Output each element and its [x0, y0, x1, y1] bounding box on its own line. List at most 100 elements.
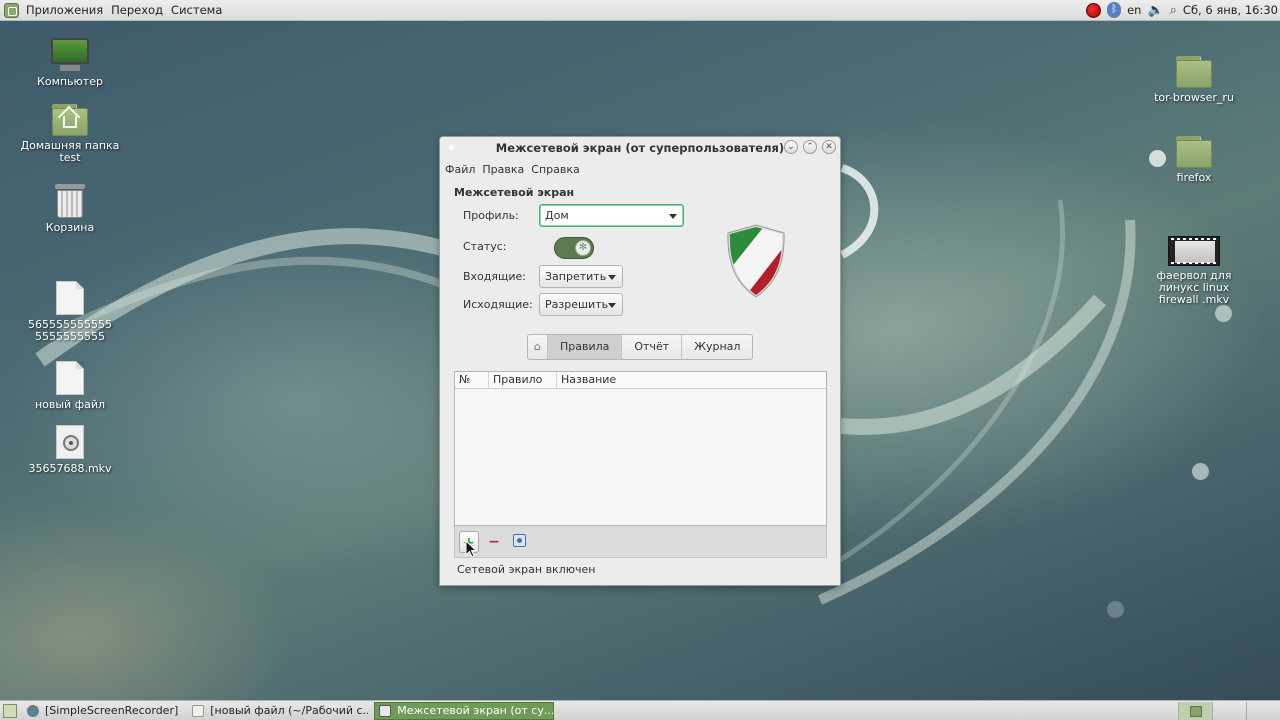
taskbar-item-label: Межсетевой экран (от су...	[397, 704, 555, 717]
tab-bar: ⌂ Правила Отчёт Журнал	[527, 334, 754, 360]
folder-icon	[1176, 56, 1212, 88]
status-toggle[interactable]: ✻	[554, 237, 594, 259]
rules-table[interactable]: № Правило Название	[454, 371, 827, 526]
taskbar-item-label: [новый файл (~/Рабочий с...	[210, 704, 369, 717]
menu-help[interactable]: Справка	[531, 163, 579, 176]
edit-rule-button[interactable]	[509, 531, 529, 553]
outgoing-value: Разрешить	[545, 298, 609, 311]
desktop-icon-label: Компьютер	[37, 75, 103, 88]
taskbar-item-firewall[interactable]: Межсетевой экран (от су...	[374, 701, 555, 720]
recorder-icon	[27, 704, 39, 717]
clock[interactable]: Сб, 6 янв, 16:30	[1183, 3, 1278, 17]
window-title: Межсетевой экран (от суперпользователя)	[495, 141, 785, 155]
desktop-icon-label: Корзина	[45, 221, 95, 234]
profile-label: Профиль:	[463, 209, 519, 222]
menu-applications[interactable]: Приложения	[22, 3, 107, 17]
close-button[interactable]: ✕	[822, 140, 836, 154]
home-icon: ⌂	[534, 340, 541, 353]
show-desktop-button[interactable]	[3, 703, 17, 718]
status-label: Статус:	[463, 240, 507, 253]
taskbar-item-recorder[interactable]: [SimpleScreenRecorder]	[23, 702, 182, 720]
tab-home[interactable]: ⌂	[528, 335, 548, 359]
desktop-icon-home[interactable]: Домашняя папка test	[20, 104, 120, 164]
outgoing-select[interactable]: Разрешить	[539, 293, 623, 316]
wallpaper-dot	[1192, 463, 1209, 480]
network-icon[interactable]: ⌕	[1170, 3, 1177, 18]
system-tray: ᛒ en 🔈 ⌕ Сб, 6 янв, 16:30	[1086, 2, 1280, 18]
wallpaper-dot	[1107, 601, 1124, 618]
desktop-icon-label: Домашняя папка test	[20, 139, 120, 164]
menu-edit[interactable]: Правка	[482, 163, 524, 176]
video-file-icon	[56, 425, 84, 459]
keyboard-layout[interactable]: en	[1127, 3, 1141, 17]
workspace-switcher	[1178, 701, 1280, 720]
maximize-button[interactable]: ⌃	[803, 140, 817, 154]
wallpaper-dot	[1149, 150, 1166, 167]
window-titlebar[interactable]: Межсетевой экран (от суперпользователя) …	[440, 137, 840, 159]
wallpaper-dot	[1215, 305, 1232, 322]
desktop-icon-mkv[interactable]: 35657688.mkv	[20, 425, 120, 475]
minimize-button[interactable]: ⌄	[784, 140, 798, 154]
status-bar-text: Сетевой экран включен	[457, 563, 596, 576]
incoming-select[interactable]: Запретить	[539, 265, 623, 288]
top-panel: Приложения Переход Система ᛒ en 🔈 ⌕ Сб, …	[0, 0, 1280, 21]
column-header-name[interactable]: Название	[557, 372, 826, 388]
outgoing-label: Исходящие:	[463, 298, 533, 311]
menu-system[interactable]: Система	[167, 3, 226, 17]
chevron-down-icon	[608, 274, 616, 280]
window-content: Межсетевой экран Профиль: Дом Статус: ✻ …	[440, 179, 840, 576]
column-header-number[interactable]: №	[455, 372, 489, 388]
menu-file[interactable]: Файл	[445, 163, 475, 176]
computer-icon	[51, 38, 89, 72]
file-icon	[56, 361, 84, 395]
taskbar: [SimpleScreenRecorder] [новый файл (~/Ра…	[0, 700, 1280, 720]
mouse-cursor-icon	[465, 540, 477, 558]
window-controls: ⌄ ⌃ ✕	[784, 140, 836, 154]
desktop-icon-label: tor-browser_ru	[1154, 91, 1234, 104]
profile-value: Дом	[545, 209, 569, 222]
incoming-value: Запретить	[545, 270, 607, 283]
record-icon[interactable]	[1086, 2, 1102, 18]
desktop-icon-trash[interactable]: Корзина	[20, 184, 120, 234]
desktop-icon-label: фаервол для линукс linux firewall .mkv	[1156, 269, 1232, 306]
workspace-3[interactable]	[1246, 701, 1280, 720]
folder-icon	[1176, 136, 1212, 168]
desktop-icon-computer[interactable]: Компьютер	[20, 38, 120, 88]
remove-rule-button[interactable]: −	[484, 531, 504, 553]
desktop-icon-firewall-video[interactable]: фаервол для линукс linux firewall .mkv	[1144, 236, 1244, 306]
trash-icon	[55, 184, 85, 218]
bluetooth-icon[interactable]: ᛒ	[1107, 2, 1122, 18]
tab-log[interactable]: Журнал	[682, 335, 752, 359]
desktop-icon-new-file[interactable]: новый файл	[20, 361, 120, 411]
home-folder-icon	[52, 104, 88, 136]
tab-report[interactable]: Отчёт	[622, 335, 683, 359]
section-title: Межсетевой экран	[454, 186, 575, 199]
column-header-rule[interactable]: Правило	[489, 372, 557, 388]
edit-icon	[512, 534, 526, 547]
text-editor-icon	[192, 704, 205, 717]
volume-icon[interactable]: 🔈	[1147, 3, 1163, 18]
desktop-icon-file-1[interactable]: 5655555555555555555555	[20, 281, 120, 343]
profile-select[interactable]: Дом	[539, 204, 684, 227]
firewall-window: Межсетевой экран (от суперпользователя) …	[439, 136, 841, 586]
video-thumbnail-icon	[1168, 236, 1220, 266]
desktop-icon-label: новый файл	[34, 398, 106, 411]
table-header: № Правило Название	[455, 372, 826, 389]
workspace-1[interactable]	[1178, 701, 1212, 720]
taskbar-item-label: [SimpleScreenRecorder]	[45, 704, 179, 717]
workspace-2[interactable]	[1212, 701, 1246, 720]
desktop-icon-label: 35657688.mkv	[28, 462, 112, 475]
taskbar-item-text-editor[interactable]: [новый файл (~/Рабочий с...	[188, 702, 368, 720]
chevron-down-icon	[669, 213, 677, 219]
shield-logo-icon	[727, 224, 785, 298]
window-menubar: Файл Правка Справка	[440, 159, 840, 179]
chevron-down-icon	[608, 302, 616, 308]
rules-toolbar: + −	[454, 526, 827, 558]
desktop-icon-tor-browser[interactable]: tor-browser_ru	[1144, 56, 1244, 104]
desktop-icon-label: firefox	[1176, 171, 1212, 184]
firewall-icon	[379, 704, 392, 717]
menu-places[interactable]: Переход	[107, 3, 167, 17]
menu-logo-icon[interactable]	[4, 2, 19, 18]
toggle-knob-icon: ✻	[575, 240, 591, 256]
tab-rules[interactable]: Правила	[547, 335, 623, 359]
